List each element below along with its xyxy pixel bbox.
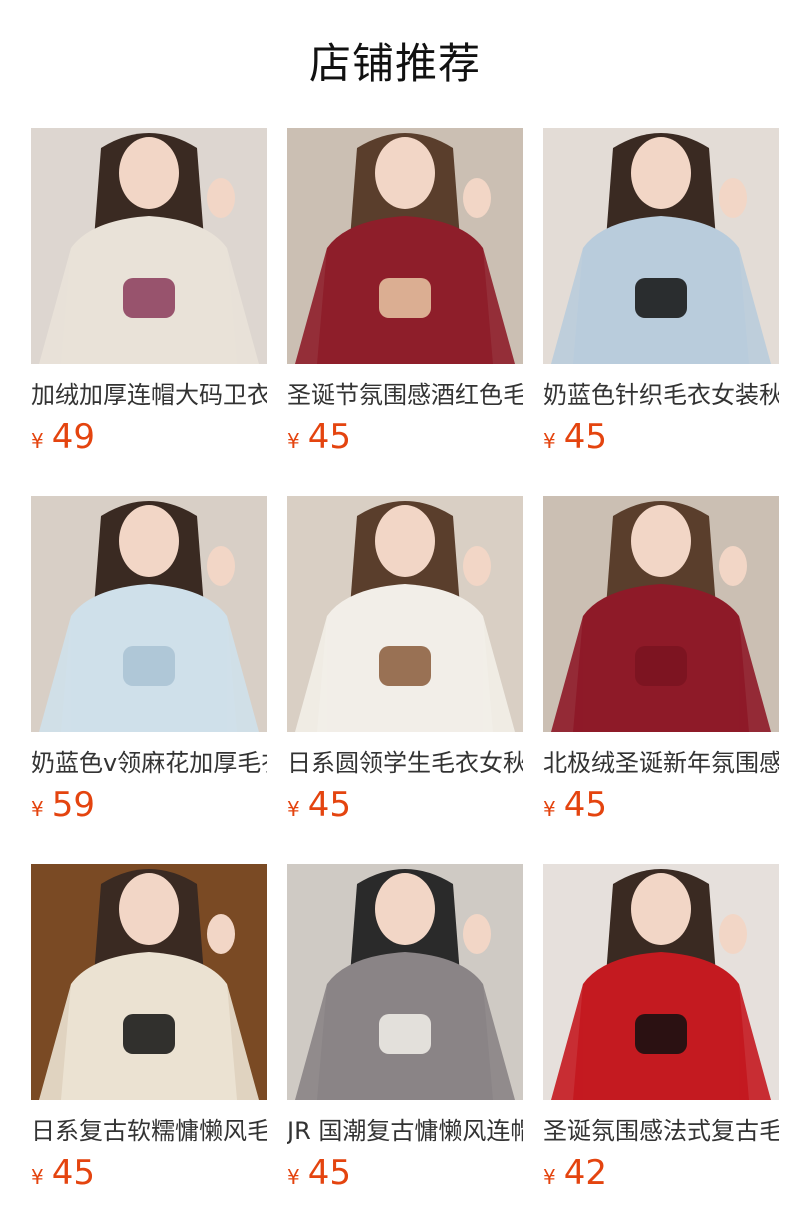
price-value: 45: [307, 785, 351, 825]
product-image[interactable]: [543, 864, 779, 1100]
product-card[interactable]: JR 国潮复古慵懒风连帽卫衣 ¥45: [287, 864, 523, 1232]
sweater-blue-cat-photo: [543, 128, 779, 364]
product-price: ¥45: [287, 416, 351, 458]
product-card[interactable]: 圣诞节氛围感酒红色毛衣 ¥45: [287, 128, 523, 496]
sweater-red-letters-photo: [287, 128, 523, 364]
product-grid: 加绒加厚连帽大码卫衣 ¥49 圣诞节氛围感酒红色毛衣 ¥45 奶蓝色针织毛衣女装…: [31, 128, 779, 1232]
price-value: 45: [563, 417, 607, 457]
product-image[interactable]: [287, 496, 523, 732]
product-image[interactable]: [31, 128, 267, 364]
product-name[interactable]: 加绒加厚连帽大码卫衣: [31, 378, 267, 412]
product-price: ¥45: [543, 416, 607, 458]
currency-symbol: ¥: [31, 797, 44, 821]
price-value: 45: [307, 1153, 351, 1193]
product-price: ¥59: [31, 784, 95, 826]
product-name[interactable]: 奶蓝色v领麻花加厚毛衣: [31, 746, 267, 780]
product-card[interactable]: 北极绒圣诞新年氛围感毛衣 ¥45: [543, 496, 779, 864]
product-price: ¥45: [287, 1152, 351, 1194]
product-price: ¥45: [543, 784, 607, 826]
currency-symbol: ¥: [287, 429, 300, 453]
section-title: 店铺推荐: [308, 39, 481, 88]
product-name[interactable]: 北极绒圣诞新年氛围感毛衣: [543, 746, 779, 780]
price-value: 45: [307, 417, 351, 457]
currency-symbol: ¥: [543, 797, 556, 821]
hoodie-grey-letter-photo: [287, 864, 523, 1100]
currency-symbol: ¥: [287, 1165, 300, 1189]
product-name[interactable]: 奶蓝色针织毛衣女装秋冬: [543, 378, 779, 412]
product-image[interactable]: [543, 496, 779, 732]
product-image[interactable]: [31, 864, 267, 1100]
sweater-white-bears-photo: [287, 496, 523, 732]
product-image[interactable]: [31, 496, 267, 732]
product-card[interactable]: 加绒加厚连帽大码卫衣 ¥49: [31, 128, 267, 496]
product-name[interactable]: 圣诞氛围感法式复古毛衣: [543, 1114, 779, 1148]
price-value: 45: [51, 1153, 95, 1193]
sweater-blue-cable-vneck-photo: [31, 496, 267, 732]
product-card[interactable]: 奶蓝色针织毛衣女装秋冬 ¥45: [543, 128, 779, 496]
product-image[interactable]: [287, 128, 523, 364]
product-price: ¥45: [287, 784, 351, 826]
product-card[interactable]: 日系圆领学生毛衣女秋冬 ¥45: [287, 496, 523, 864]
currency-symbol: ¥: [543, 1165, 556, 1189]
product-price: ¥45: [31, 1152, 95, 1194]
product-image[interactable]: [287, 864, 523, 1100]
product-name[interactable]: 日系圆领学生毛衣女秋冬: [287, 746, 523, 780]
price-value: 49: [51, 417, 95, 457]
currency-symbol: ¥: [31, 429, 44, 453]
product-price: ¥42: [543, 1152, 607, 1194]
currency-symbol: ¥: [31, 1165, 44, 1189]
hoodie-beige-photo: [31, 128, 267, 364]
sweater-red-plain-photo: [543, 496, 779, 732]
price-value: 59: [51, 785, 95, 825]
product-image[interactable]: [543, 128, 779, 364]
currency-symbol: ¥: [287, 797, 300, 821]
product-card[interactable]: 奶蓝色v领麻花加厚毛衣 ¥59: [31, 496, 267, 864]
product-name[interactable]: JR 国潮复古慵懒风连帽卫衣: [287, 1114, 523, 1148]
currency-symbol: ¥: [543, 429, 556, 453]
sweater-red-bow-skirt-photo: [543, 864, 779, 1100]
sweater-cream-puppy-photo: [31, 864, 267, 1100]
product-card[interactable]: 日系复古软糯慵懒风毛衣 ¥45: [31, 864, 267, 1232]
price-value: 42: [563, 1153, 607, 1193]
product-name[interactable]: 圣诞节氛围感酒红色毛衣: [287, 378, 523, 412]
product-name[interactable]: 日系复古软糯慵懒风毛衣: [31, 1114, 267, 1148]
product-card[interactable]: 圣诞氛围感法式复古毛衣 ¥42: [543, 864, 779, 1232]
price-value: 45: [563, 785, 607, 825]
product-price: ¥49: [31, 416, 95, 458]
